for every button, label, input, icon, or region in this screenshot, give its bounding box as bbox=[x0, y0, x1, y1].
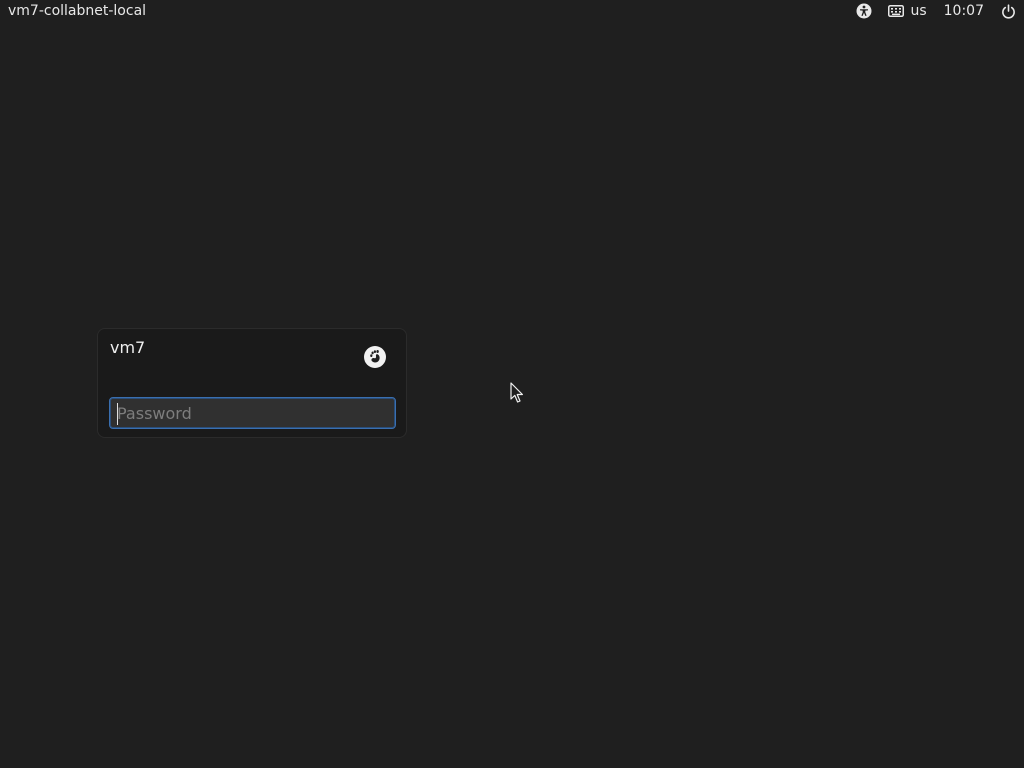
gnome-foot-icon bbox=[370, 350, 380, 363]
text-caret bbox=[117, 403, 118, 425]
power-icon[interactable] bbox=[1001, 3, 1016, 19]
top-bar: vm7-collabnet-local us 10:07 bbox=[0, 0, 1024, 24]
password-input[interactable] bbox=[109, 397, 396, 429]
keyboard-icon[interactable] bbox=[888, 5, 905, 17]
session-button[interactable] bbox=[364, 346, 386, 368]
login-card: vm7 bbox=[97, 328, 407, 438]
hostname-label: vm7-collabnet-local bbox=[8, 3, 147, 19]
username-label: vm7 bbox=[110, 338, 146, 357]
mouse-pointer-icon bbox=[510, 382, 523, 403]
keyboard-layout-indicator[interactable]: us bbox=[910, 3, 926, 19]
accessibility-icon[interactable] bbox=[856, 3, 872, 19]
status-tray: us 10:07 bbox=[856, 3, 1016, 19]
clock[interactable]: 10:07 bbox=[944, 3, 984, 19]
